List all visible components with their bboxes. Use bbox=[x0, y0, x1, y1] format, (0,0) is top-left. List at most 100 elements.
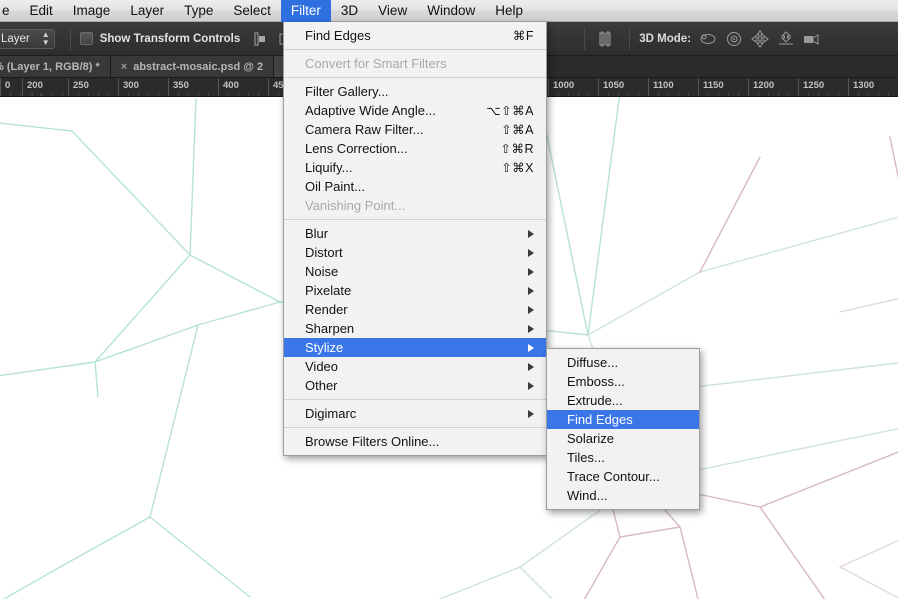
filter-menu-dropdown[interactable]: Find Edges ⌘F Convert for Smart Filters Fil… bbox=[283, 22, 547, 456]
ruler-minor-tick bbox=[208, 93, 209, 96]
menubar-item-label: Type bbox=[184, 2, 214, 18]
3d-scale-camera-icon[interactable] bbox=[801, 29, 823, 49]
ruler-minor-tick bbox=[658, 93, 659, 96]
menu-item-label: Diffuse... bbox=[567, 355, 619, 370]
ruler-minor-tick bbox=[32, 93, 33, 96]
document-tab-mosaic-left[interactable]: % (Layer 1, RGB/8) * bbox=[0, 56, 111, 77]
menu-item-stylize[interactable]: Stylize bbox=[284, 338, 546, 357]
menu-separator bbox=[284, 219, 546, 220]
ruler-minor-tick bbox=[98, 93, 99, 96]
menu-item-distort[interactable]: Distort bbox=[284, 243, 546, 262]
ruler-minor-tick bbox=[808, 93, 809, 96]
3d-orbit-icon[interactable] bbox=[697, 29, 719, 49]
show-transform-controls-toggle[interactable]: Show Transform Controls bbox=[79, 32, 241, 45]
stylize-submenu[interactable]: Diffuse... Emboss... Extrude... Find Edges S… bbox=[546, 348, 700, 510]
submenu-item-find-edges[interactable]: Find Edges bbox=[547, 410, 699, 429]
menu-item-find-edges-repeat[interactable]: Find Edges ⌘F bbox=[284, 26, 546, 45]
menubar-item-filter[interactable]: Filter bbox=[280, 0, 331, 22]
menu-item-other[interactable]: Other bbox=[284, 376, 546, 395]
ruler-tick: 350 bbox=[168, 78, 189, 96]
menubar-item-view[interactable]: View bbox=[368, 0, 417, 22]
menu-item-label: Video bbox=[305, 359, 339, 374]
3d-pan-icon[interactable] bbox=[749, 29, 771, 49]
ruler-tick-label: 400 bbox=[223, 80, 239, 91]
tab-close-icon[interactable]: × bbox=[121, 61, 127, 73]
menubar-item-label: e bbox=[2, 2, 10, 18]
auto-select-scope-value: Layer bbox=[1, 32, 30, 45]
menubar-item-label: Filter bbox=[290, 2, 321, 18]
menu-item-render[interactable]: Render bbox=[284, 300, 546, 319]
menu-item-liquify[interactable]: Liquify... ⇧⌘X bbox=[284, 158, 546, 177]
auto-select-scope-dropdown[interactable]: Layer ▲ ▼ bbox=[0, 28, 55, 49]
ruler-minor-tick bbox=[238, 93, 239, 96]
menu-item-browse-filters-online[interactable]: Browse Filters Online... bbox=[284, 432, 546, 451]
submenu-item-solarize[interactable]: Solarize bbox=[547, 429, 699, 448]
submenu-item-wind[interactable]: Wind... bbox=[547, 486, 699, 505]
ruler-minor-tick bbox=[558, 93, 559, 96]
ruler-minor-tick bbox=[768, 93, 769, 96]
ruler-minor-tick bbox=[78, 93, 79, 96]
ruler-tick-label: 1000 bbox=[553, 80, 575, 91]
options-separator-2 bbox=[584, 27, 586, 50]
menu-item-shortcut: ⌥⇧⌘A bbox=[486, 104, 534, 118]
submenu-item-tiles[interactable]: Tiles... bbox=[547, 448, 699, 467]
align-left-edges-icon[interactable] bbox=[250, 29, 272, 49]
submenu-item-extrude[interactable]: Extrude... bbox=[547, 391, 699, 410]
menubar-item-window[interactable]: Window bbox=[417, 0, 485, 22]
menu-item-convert-smart-filters: Convert for Smart Filters bbox=[284, 54, 546, 73]
ruler-minor-tick bbox=[258, 93, 259, 96]
menu-item-adaptive-wide-angle[interactable]: Adaptive Wide Angle... ⌥⇧⌘A bbox=[284, 101, 546, 120]
menu-item-oil-paint[interactable]: Oil Paint... bbox=[284, 177, 546, 196]
ruler-minor-tick bbox=[758, 93, 759, 96]
ruler-minor-tick bbox=[878, 93, 879, 96]
menu-item-digimarc[interactable]: Digimarc bbox=[284, 404, 546, 423]
ruler-minor-tick bbox=[128, 93, 129, 96]
menubar-item-edit[interactable]: Edit bbox=[20, 0, 63, 22]
3d-roll-icon[interactable] bbox=[723, 29, 745, 49]
ruler-minor-tick bbox=[608, 93, 609, 96]
ruler-minor-tick bbox=[778, 93, 779, 96]
menu-item-sharpen[interactable]: Sharpen bbox=[284, 319, 546, 338]
menu-item-pixelate[interactable]: Pixelate bbox=[284, 281, 546, 300]
submenu-arrow-icon bbox=[528, 248, 534, 257]
show-transform-controls-label: Show Transform Controls bbox=[99, 32, 241, 45]
submenu-arrow-icon bbox=[528, 362, 534, 371]
menubar-item-select[interactable]: Select bbox=[223, 0, 281, 22]
checkbox-icon[interactable] bbox=[79, 32, 93, 45]
ruler-minor-tick bbox=[828, 93, 829, 96]
menubar-item-3d[interactable]: 3D bbox=[331, 0, 368, 22]
menu-item-camera-raw-filter[interactable]: Camera Raw Filter... ⇧⌘A bbox=[284, 120, 546, 139]
distribute-icon[interactable] bbox=[596, 29, 618, 49]
submenu-item-emboss[interactable]: Emboss... bbox=[547, 372, 699, 391]
menu-item-label: Trace Contour... bbox=[567, 469, 660, 484]
application-menu-bar: e Edit Image Layer Type Select Filter 3D View Win… bbox=[0, 0, 898, 22]
menu-item-label: Solarize bbox=[567, 431, 614, 446]
document-tab-abstract-mosaic[interactable]: × abstract-mosaic.psd @ 2 bbox=[110, 56, 275, 77]
menubar-item-type[interactable]: Type bbox=[174, 0, 223, 22]
ruler-minor-tick bbox=[568, 93, 569, 96]
menu-item-blur[interactable]: Blur bbox=[284, 224, 546, 243]
menu-item-video[interactable]: Video bbox=[284, 357, 546, 376]
ruler-minor-tick bbox=[738, 93, 739, 96]
document-tab-title: abstract-mosaic.psd @ 2 bbox=[133, 60, 264, 73]
menu-item-label: Pixelate bbox=[305, 283, 352, 298]
menu-item-shortcut: ⇧⌘R bbox=[500, 142, 534, 156]
menubar-item-help[interactable]: Help bbox=[485, 0, 533, 22]
menubar-item-image[interactable]: Image bbox=[63, 0, 121, 22]
menu-item-label: Tiles... bbox=[567, 450, 605, 465]
menubar-item-file[interactable]: e bbox=[0, 0, 20, 22]
ruler-tick-label: 0 bbox=[5, 80, 11, 91]
menu-item-noise[interactable]: Noise bbox=[284, 262, 546, 281]
menubar-item-layer[interactable]: Layer bbox=[120, 0, 174, 22]
submenu-item-trace-contour[interactable]: Trace Contour... bbox=[547, 467, 699, 486]
menu-item-lens-correction[interactable]: Lens Correction... ⇧⌘R bbox=[284, 139, 546, 158]
ruler-minor-tick bbox=[278, 93, 279, 96]
submenu-arrow-icon bbox=[528, 305, 534, 314]
3d-slide-icon[interactable] bbox=[775, 29, 797, 49]
ruler-minor-tick bbox=[188, 93, 189, 96]
ruler-minor-tick bbox=[30, 93, 31, 96]
menu-item-filter-gallery[interactable]: Filter Gallery... bbox=[284, 82, 546, 101]
ruler-tick-label: 1100 bbox=[653, 80, 674, 91]
ruler-minor-tick bbox=[578, 93, 579, 96]
submenu-item-diffuse[interactable]: Diffuse... bbox=[547, 353, 699, 372]
